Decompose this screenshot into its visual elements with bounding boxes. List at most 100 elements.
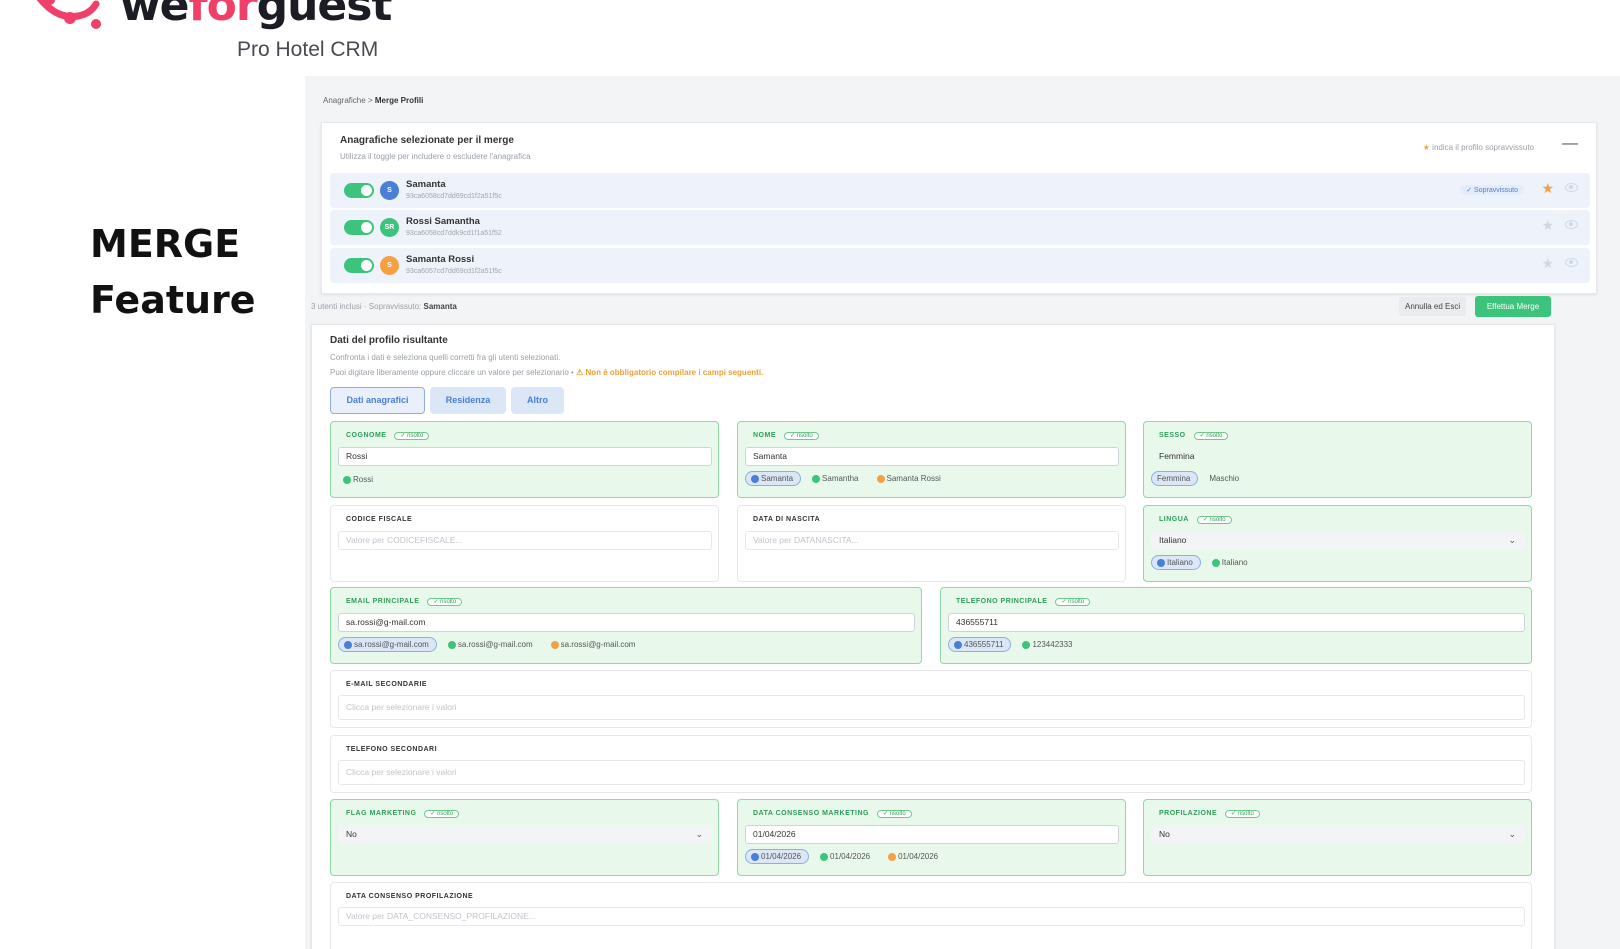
data-consenso-input[interactable]: 01/04/2026 <box>745 825 1119 844</box>
brand-subtitle: Pro Hotel CRM <box>237 38 379 61</box>
field-telefono-secondari: TELEFONO SECONDARI Clicca per selezionar… <box>330 735 1532 793</box>
telefono-secondari-input[interactable]: Clicca per selezionare i valori <box>338 760 1525 785</box>
result-profile-panel: Dati del profilo risultante Confronta i … <box>311 324 1555 949</box>
survivor-badge: ✓ Sopravvissuto <box>1460 185 1524 195</box>
tab-altro[interactable]: Altro <box>511 387 564 414</box>
resolved-badge: ✓ risolto <box>784 432 819 440</box>
profile-name: Rossi Samantha <box>406 216 480 227</box>
value-chip[interactable]: sa.rossi@g-mail.com <box>338 637 437 652</box>
eye-icon[interactable] <box>1565 258 1578 267</box>
lingua-select[interactable]: Italiano ⌄ <box>1151 531 1525 550</box>
star-icon[interactable]: ★ <box>1541 217 1554 234</box>
chevron-down-icon: ⌄ <box>695 829 703 839</box>
panel-subtitle: Utilizza il toggle per includere o esclu… <box>340 152 531 161</box>
value-chip[interactable]: 01/04/2026 <box>883 850 945 863</box>
field-data-consenso-profilazione: DATA CONSENSO PROFILAZIONE Valore per DA… <box>330 882 1532 949</box>
email-input[interactable]: sa.rossi@g-mail.com <box>338 613 915 632</box>
profile-row: S Samanta 93ca6058cd7dd69cd1f2a51f5c ✓ S… <box>330 173 1590 208</box>
resolved-badge: ✓ risolto <box>1193 432 1229 440</box>
logo-mark-icon <box>36 0 101 29</box>
value-chip[interactable]: sa.rossi@g-mail.com <box>443 638 540 651</box>
value-chip[interactable]: Italiano <box>1151 555 1201 570</box>
merge-button[interactable]: Effettua Merge <box>1475 296 1551 317</box>
sesso-value[interactable]: Femmina <box>1151 447 1525 466</box>
field-data-nascita: DATA DI NASCITA Valore per DATANASCITA..… <box>737 505 1126 582</box>
collapse-button[interactable]: — <box>1562 135 1578 153</box>
value-chip[interactable]: Italiano <box>1207 556 1255 569</box>
star-icon: ★ <box>1422 143 1430 152</box>
value-chip[interactable]: 01/04/2026 <box>815 850 877 863</box>
brand-name: weforguest <box>120 0 392 31</box>
field-flag-marketing: FLAG MARKETING ✓ risolto No ⌄ <box>330 799 719 876</box>
breadcrumb: Anagrafiche > Merge Profili <box>323 96 424 105</box>
value-chip[interactable]: sa.rossi@g-mail.com <box>546 638 643 651</box>
profile-row: S Samanta Rossi 93ca6057cd7dd69cd1f2a51f… <box>330 248 1590 283</box>
profile-row: SR Rossi Samantha 93ca6058cd7ddk9cd1f1a5… <box>330 210 1590 245</box>
include-toggle[interactable] <box>344 220 374 235</box>
eye-icon[interactable] <box>1565 220 1578 229</box>
avatar: S <box>380 256 399 275</box>
value-chip[interactable]: 436555711 <box>948 637 1012 652</box>
breadcrumb-current: Merge Profili <box>374 96 424 105</box>
field-cognome: COGNOME ✓ risolto Rossi Rossi <box>330 421 719 498</box>
profile-id: 93ca6057cd7dd69cd1f2a51f5c <box>406 268 502 275</box>
avatar: S <box>380 181 399 200</box>
tab-dati-anagrafici[interactable]: Dati anagrafici <box>330 387 425 414</box>
data-nascita-input[interactable]: Valore per DATANASCITA... <box>745 531 1119 550</box>
merge-status: 3 utenti inclusi · Sopravvissuto: Samant… <box>311 302 457 311</box>
value-chip[interactable]: Samanta Rossi <box>872 472 948 485</box>
field-email-secondarie: E-MAIL SECONDARIE Clicca per selezionare… <box>330 670 1532 728</box>
profile-name: Samanta Rossi <box>406 254 475 265</box>
app-window: Anagrafiche > Merge Profili Anagrafiche … <box>305 76 1620 949</box>
eye-icon[interactable] <box>1565 183 1578 192</box>
selected-profiles-panel: Anagrafiche selezionate per il merge Uti… <box>321 122 1597 294</box>
survivor-hint: ★ indica il profilo sopravvissuto <box>1422 143 1534 152</box>
resolved-badge: ✓ risolto <box>424 810 460 818</box>
codice-fiscale-input[interactable]: Valore per CODICEFISCALE... <box>338 531 712 550</box>
star-icon[interactable]: ★ <box>1541 180 1554 197</box>
include-toggle[interactable] <box>344 258 374 273</box>
resolved-badge: ✓ risolto <box>1055 598 1091 606</box>
chevron-down-icon: ⌄ <box>1508 535 1516 545</box>
email-secondarie-input[interactable]: Clicca per selezionare i valori <box>338 695 1525 720</box>
field-lingua: LINGUA ✓ risolto Italiano ⌄ Italiano Itali… <box>1143 505 1532 582</box>
resolved-badge: ✓ risolto <box>427 598 463 606</box>
tab-residenza[interactable]: Residenza <box>430 387 506 414</box>
field-data-consenso-marketing: DATA CONSENSO MARKETING ✓ risolto 01/04/2… <box>737 799 1126 876</box>
telefono-input[interactable]: 436555711 <box>948 613 1525 632</box>
brand-logo: weforguest Pro Hotel CRM <box>34 0 414 66</box>
breadcrumb-parent[interactable]: Anagrafiche <box>323 96 366 105</box>
avatar: SR <box>380 218 399 237</box>
profilazione-select[interactable]: No ⌄ <box>1151 825 1525 844</box>
value-chip[interactable]: Samantha <box>807 472 865 485</box>
field-telefono-principale: TELEFONO PRINCIPALE ✓ risolto 436555711 4… <box>940 587 1532 664</box>
field-email-principale: EMAIL PRINCIPALE ✓ risolto sa.rossi@g-mai… <box>330 587 922 664</box>
resolved-badge: ✓ risolto <box>394 432 430 440</box>
panel-title: Anagrafiche selezionate per il merge <box>340 135 514 146</box>
nome-input[interactable]: Samanta <box>745 447 1119 466</box>
field-nome: NOME ✓ risolto Samanta Samanta Samantha S… <box>737 421 1126 498</box>
profile-id: 93ca6058cd7dd69cd1f2a51f5c <box>406 193 502 200</box>
field-profilazione: PROFILAZIONE ✓ risolto No ⌄ <box>1143 799 1532 876</box>
profile-name: Samanta <box>406 179 446 190</box>
resolved-badge: ✓ risolto <box>1196 516 1232 524</box>
warning-text: ⚠ Non è obbligatorio compilare i campi s… <box>576 368 764 377</box>
value-chip[interactable]: Samanta <box>745 471 802 486</box>
value-chip[interactable]: 01/04/2026 <box>745 849 810 864</box>
feature-title: MERGE Feature <box>90 222 256 322</box>
field-codice-fiscale: CODICE FISCALE Valore per CODICEFISCALE.… <box>330 505 719 582</box>
flag-marketing-select[interactable]: No ⌄ <box>338 825 712 844</box>
panel-title: Dati del profilo risultante <box>330 335 448 346</box>
cancel-button[interactable]: Annulla ed Esci <box>1399 297 1467 316</box>
field-sesso: SESSO ✓ risolto Femmina Femmina Maschio <box>1143 421 1532 498</box>
value-chip[interactable]: Maschio <box>1204 472 1246 485</box>
value-chip[interactable]: 123442333 <box>1017 638 1079 651</box>
cognome-input[interactable]: Rossi <box>338 447 712 466</box>
resolved-badge: ✓ risolto <box>876 810 912 818</box>
value-chip[interactable]: Femmina <box>1151 471 1199 486</box>
star-icon[interactable]: ★ <box>1541 255 1554 272</box>
resolved-badge: ✓ risolto <box>1225 810 1260 818</box>
data-consenso-profilazione-input[interactable]: Valore per DATA_CONSENSO_PROFILAZIONE... <box>338 907 1525 926</box>
include-toggle[interactable] <box>344 183 374 198</box>
value-chip[interactable]: Rossi <box>338 473 380 486</box>
